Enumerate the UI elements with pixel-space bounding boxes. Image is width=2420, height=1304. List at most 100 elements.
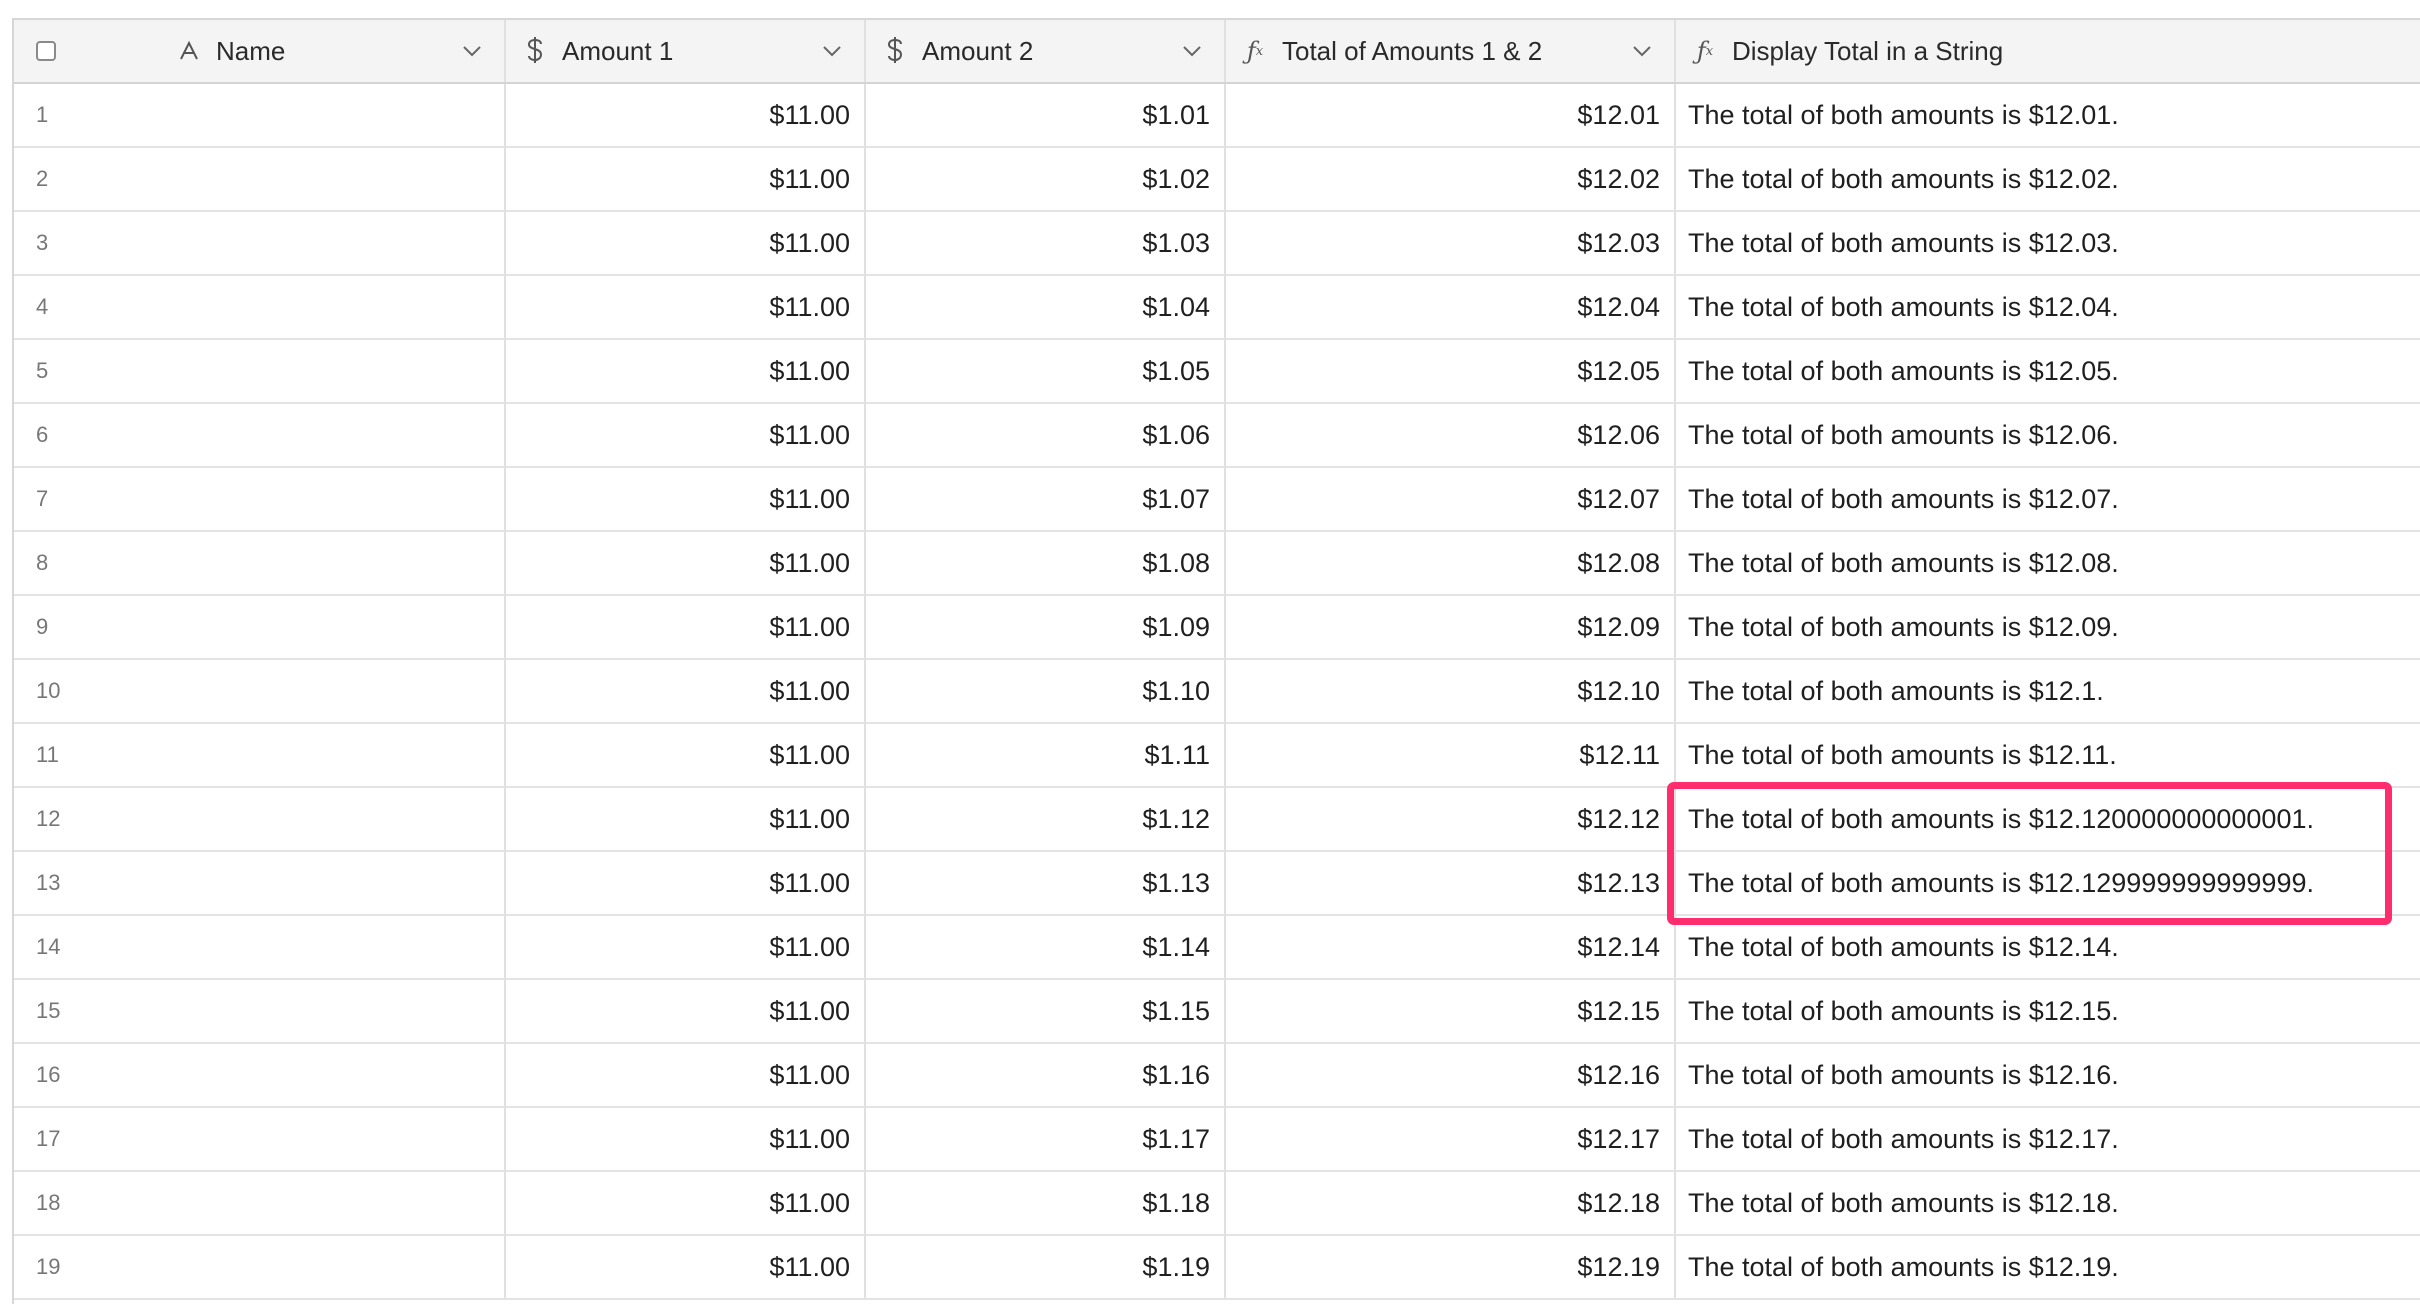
table-row[interactable]: 11 $11.00 $1.11 $12.11 The total of both amo… bbox=[14, 724, 2420, 788]
name-cell[interactable]: 3 bbox=[14, 212, 506, 274]
amount-1-cell[interactable]: $11.00 bbox=[506, 276, 866, 338]
amount-2-cell[interactable]: $1.17 bbox=[866, 1108, 1226, 1170]
column-header-total[interactable]: ƒx Total of Amounts 1 & 2 bbox=[1226, 20, 1676, 82]
display-total-cell[interactable]: The total of both amounts is $12.1299999… bbox=[1676, 852, 2420, 914]
total-cell[interactable]: $12.10 bbox=[1226, 660, 1676, 722]
display-total-cell[interactable]: The total of both amounts is $12.01. bbox=[1676, 84, 2420, 146]
total-cell[interactable]: $12.13 bbox=[1226, 852, 1676, 914]
name-cell[interactable]: 2 bbox=[14, 148, 506, 210]
total-cell[interactable]: $12.03 bbox=[1226, 212, 1676, 274]
total-cell[interactable]: $12.17 bbox=[1226, 1108, 1676, 1170]
amount-1-cell[interactable]: $11.00 bbox=[506, 1172, 866, 1234]
table-row[interactable]: 5 $11.00 $1.05 $12.05 The total of both amou… bbox=[14, 340, 2420, 404]
name-cell[interactable]: 17 bbox=[14, 1108, 506, 1170]
total-cell[interactable]: $12.19 bbox=[1226, 1236, 1676, 1298]
amount-1-cell[interactable]: $11.00 bbox=[506, 1044, 866, 1106]
amount-2-cell[interactable]: $1.03 bbox=[866, 212, 1226, 274]
name-cell[interactable]: 6 bbox=[14, 404, 506, 466]
amount-1-cell[interactable]: $11.00 bbox=[506, 148, 866, 210]
name-cell[interactable]: 12 bbox=[14, 788, 506, 850]
column-header-amount-2[interactable]: Amount 2 bbox=[866, 20, 1226, 82]
amount-2-cell[interactable]: $1.13 bbox=[866, 852, 1226, 914]
amount-2-cell[interactable]: $1.09 bbox=[866, 596, 1226, 658]
amount-2-cell[interactable]: $1.15 bbox=[866, 980, 1226, 1042]
amount-2-cell[interactable]: $1.05 bbox=[866, 340, 1226, 402]
display-total-cell[interactable]: The total of both amounts is $12.18. bbox=[1676, 1172, 2420, 1234]
display-total-cell[interactable]: The total of both amounts is $12.11. bbox=[1676, 724, 2420, 786]
amount-1-cell[interactable]: $11.00 bbox=[506, 1108, 866, 1170]
amount-2-cell[interactable]: $1.14 bbox=[866, 916, 1226, 978]
table-row[interactable]: 14 $11.00 $1.14 $12.14 The total of both amo… bbox=[14, 916, 2420, 980]
name-cell[interactable]: 19 bbox=[14, 1236, 506, 1298]
table-row[interactable]: 19 $11.00 $1.19 $12.19 The total of both amo… bbox=[14, 1236, 2420, 1300]
table-row[interactable]: 4 $11.00 $1.04 $12.04 The total of both amou… bbox=[14, 276, 2420, 340]
display-total-cell[interactable]: The total of both amounts is $12.04. bbox=[1676, 276, 2420, 338]
display-total-cell[interactable]: The total of both amounts is $12.1. bbox=[1676, 660, 2420, 722]
display-total-cell[interactable]: The total of both amounts is $12.16. bbox=[1676, 1044, 2420, 1106]
table-row[interactable]: 2 $11.00 $1.02 $12.02 The total of both amou… bbox=[14, 148, 2420, 212]
amount-1-cell[interactable]: $11.00 bbox=[506, 852, 866, 914]
display-total-cell[interactable]: The total of both amounts is $12.15. bbox=[1676, 980, 2420, 1042]
display-total-cell[interactable]: The total of both amounts is $12.17. bbox=[1676, 1108, 2420, 1170]
name-cell[interactable]: 4 bbox=[14, 276, 506, 338]
total-cell[interactable]: $12.02 bbox=[1226, 148, 1676, 210]
total-cell[interactable]: $12.04 bbox=[1226, 276, 1676, 338]
total-cell[interactable]: $12.16 bbox=[1226, 1044, 1676, 1106]
display-total-cell[interactable]: The total of both amounts is $12.19. bbox=[1676, 1236, 2420, 1298]
display-total-cell[interactable]: The total of both amounts is $12.09. bbox=[1676, 596, 2420, 658]
display-total-cell[interactable]: The total of both amounts is $12.03. bbox=[1676, 212, 2420, 274]
amount-1-cell[interactable]: $11.00 bbox=[506, 980, 866, 1042]
name-cell[interactable]: 10 bbox=[14, 660, 506, 722]
name-cell[interactable]: 7 bbox=[14, 468, 506, 530]
amount-1-cell[interactable]: $11.00 bbox=[506, 1236, 866, 1298]
display-total-cell[interactable]: The total of both amounts is $12.1200000… bbox=[1676, 788, 2420, 850]
name-cell[interactable]: 15 bbox=[14, 980, 506, 1042]
amount-2-cell[interactable]: $1.07 bbox=[866, 468, 1226, 530]
amount-1-cell[interactable]: $11.00 bbox=[506, 724, 866, 786]
total-cell[interactable]: $12.18 bbox=[1226, 1172, 1676, 1234]
table-row[interactable]: 6 $11.00 $1.06 $12.06 The total of both amou… bbox=[14, 404, 2420, 468]
display-total-cell[interactable]: The total of both amounts is $12.06. bbox=[1676, 404, 2420, 466]
total-cell[interactable]: $12.08 bbox=[1226, 532, 1676, 594]
total-cell[interactable]: $12.09 bbox=[1226, 596, 1676, 658]
name-cell[interactable]: 11 bbox=[14, 724, 506, 786]
amount-2-cell[interactable]: $1.04 bbox=[866, 276, 1226, 338]
select-all-checkbox[interactable] bbox=[36, 41, 56, 61]
name-cell[interactable]: 13 bbox=[14, 852, 506, 914]
table-row[interactable]: 12 $11.00 $1.12 $12.12 The total of both amo… bbox=[14, 788, 2420, 852]
amount-2-cell[interactable]: $1.12 bbox=[866, 788, 1226, 850]
column-header-name[interactable]: Name bbox=[14, 20, 506, 82]
amount-1-cell[interactable]: $11.00 bbox=[506, 532, 866, 594]
name-cell[interactable]: 16 bbox=[14, 1044, 506, 1106]
chevron-down-icon[interactable] bbox=[816, 35, 848, 67]
amount-2-cell[interactable]: $1.01 bbox=[866, 84, 1226, 146]
total-cell[interactable]: $12.06 bbox=[1226, 404, 1676, 466]
total-cell[interactable]: $12.11 bbox=[1226, 724, 1676, 786]
table-row[interactable]: 3 $11.00 $1.03 $12.03 The total of both amou… bbox=[14, 212, 2420, 276]
amount-1-cell[interactable]: $11.00 bbox=[506, 788, 866, 850]
amount-1-cell[interactable]: $11.00 bbox=[506, 340, 866, 402]
column-header-display-total[interactable]: ƒx Display Total in a String bbox=[1676, 20, 2420, 82]
amount-2-cell[interactable]: $1.16 bbox=[866, 1044, 1226, 1106]
table-row[interactable]: 17 $11.00 $1.17 $12.17 The total of both amo… bbox=[14, 1108, 2420, 1172]
total-cell[interactable]: $12.14 bbox=[1226, 916, 1676, 978]
name-cell[interactable]: 5 bbox=[14, 340, 506, 402]
total-cell[interactable]: $12.01 bbox=[1226, 84, 1676, 146]
total-cell[interactable]: $12.12 bbox=[1226, 788, 1676, 850]
amount-1-cell[interactable]: $11.00 bbox=[506, 84, 866, 146]
amount-1-cell[interactable]: $11.00 bbox=[506, 468, 866, 530]
amount-1-cell[interactable]: $11.00 bbox=[506, 916, 866, 978]
amount-1-cell[interactable]: $11.00 bbox=[506, 404, 866, 466]
amount-2-cell[interactable]: $1.18 bbox=[866, 1172, 1226, 1234]
amount-2-cell[interactable]: $1.19 bbox=[866, 1236, 1226, 1298]
amount-2-cell[interactable]: $1.06 bbox=[866, 404, 1226, 466]
amount-2-cell[interactable]: $1.02 bbox=[866, 148, 1226, 210]
chevron-down-icon[interactable] bbox=[1176, 35, 1208, 67]
table-row[interactable]: 9 $11.00 $1.09 $12.09 The total of both amou… bbox=[14, 596, 2420, 660]
name-cell[interactable]: 18 bbox=[14, 1172, 506, 1234]
total-cell[interactable]: $12.15 bbox=[1226, 980, 1676, 1042]
name-cell[interactable]: 8 bbox=[14, 532, 506, 594]
amount-2-cell[interactable]: $1.11 bbox=[866, 724, 1226, 786]
amount-1-cell[interactable]: $11.00 bbox=[506, 212, 866, 274]
table-row[interactable]: 18 $11.00 $1.18 $12.18 The total of both amo… bbox=[14, 1172, 2420, 1236]
